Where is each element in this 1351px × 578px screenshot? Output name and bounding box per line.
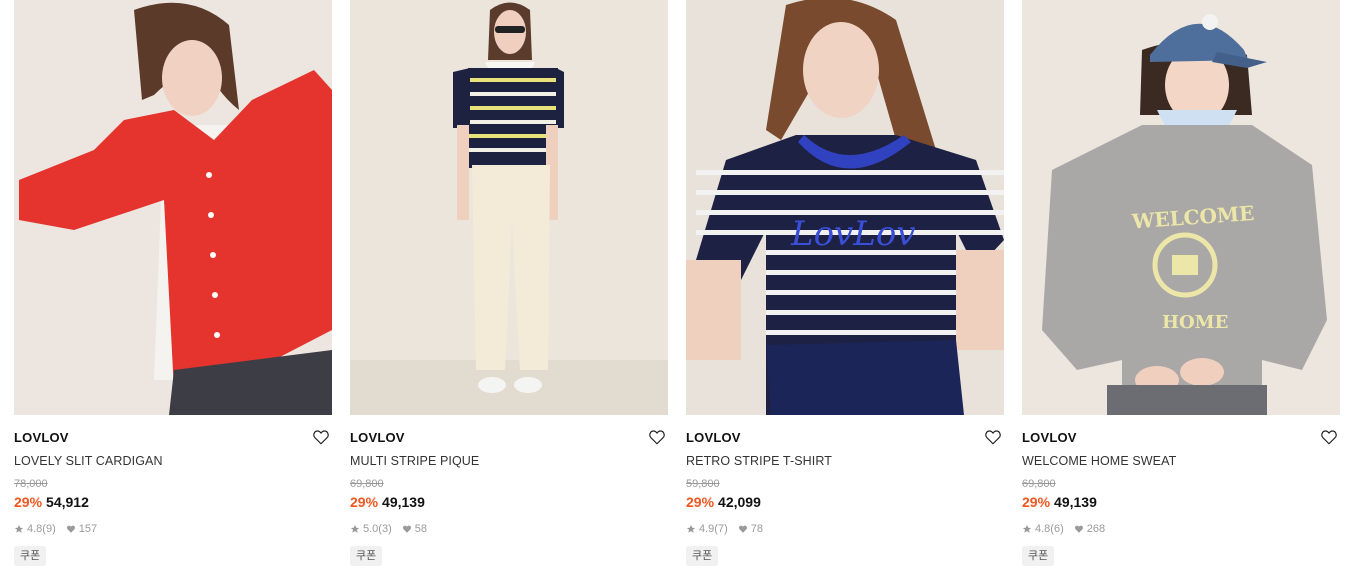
- discount-rate: 29%: [14, 494, 43, 510]
- brand-name[interactable]: LOVLOV: [1022, 430, 1077, 445]
- star-icon: [350, 524, 360, 534]
- review-count: (7): [714, 523, 728, 535]
- like-count: 78: [750, 523, 763, 535]
- coupon-badge: 쿠폰: [350, 546, 383, 566]
- product-card[interactable]: LOVLOV MULTI STRIPE PIQUE 69,800 29% 49,1…: [350, 0, 668, 578]
- rating: 4.8: [1035, 523, 1051, 535]
- discount-rate: 29%: [350, 494, 379, 510]
- sale-price: 49,139: [382, 494, 425, 510]
- product-card[interactable]: LovLov LOVLOV RETRO STRIPE T-SHIRT 59,80…: [686, 0, 1004, 578]
- brand-name[interactable]: LOVLOV: [686, 430, 741, 445]
- product-card[interactable]: LOVLOV LOVELY SLIT CARDIGAN 78,000 29% 54…: [14, 0, 332, 578]
- heart-icon[interactable]: [984, 428, 1002, 446]
- product-name[interactable]: LOVELY SLIT CARDIGAN: [14, 454, 163, 468]
- svg-text:HOME: HOME: [1162, 312, 1228, 333]
- product-image[interactable]: [14, 0, 332, 415]
- coupon-badge: 쿠폰: [14, 546, 47, 566]
- product-name[interactable]: RETRO STRIPE T-SHIRT: [686, 454, 832, 468]
- original-price: 59,800: [686, 478, 720, 490]
- like-count: 268: [1086, 523, 1106, 535]
- brand-row: LOVLOV: [350, 428, 668, 448]
- rating: 4.9: [699, 523, 715, 535]
- discount-rate: 29%: [1022, 494, 1051, 510]
- heart-icon[interactable]: [648, 428, 666, 446]
- heart-icon: [66, 524, 76, 534]
- review-count: (6): [1050, 523, 1064, 535]
- original-price: 69,800: [350, 478, 384, 490]
- like-count: 58: [414, 523, 427, 535]
- rating: 5.0: [363, 523, 379, 535]
- heart-icon[interactable]: [312, 428, 330, 446]
- original-price: 69,800: [1022, 478, 1056, 490]
- brand-row: LOVLOV: [686, 428, 1004, 448]
- price-row: 29% 49,139: [1022, 494, 1097, 510]
- original-price: 78,000: [14, 478, 48, 490]
- product-grid: LOVLOV LOVELY SLIT CARDIGAN 78,000 29% 54…: [0, 0, 1351, 578]
- price-row: 29% 49,139: [350, 494, 425, 510]
- brand-name[interactable]: LOVLOV: [350, 430, 405, 445]
- discount-rate: 29%: [686, 494, 715, 510]
- heart-icon: [402, 524, 412, 534]
- star-icon: [1022, 524, 1032, 534]
- product-meta: 5.0 (3) 58: [350, 522, 427, 536]
- heart-icon: [738, 524, 748, 534]
- brand-name[interactable]: LOVLOV: [14, 430, 69, 445]
- brand-row: LOVLOV: [1022, 428, 1340, 448]
- heart-icon: [1074, 524, 1084, 534]
- product-meta: 4.8 (6) 268: [1022, 522, 1105, 536]
- product-image[interactable]: WELCOME HOME: [1022, 0, 1340, 415]
- star-icon: [686, 524, 696, 534]
- sale-price: 42,099: [718, 494, 761, 510]
- product-name[interactable]: MULTI STRIPE PIQUE: [350, 454, 479, 468]
- product-meta: 4.9 (7) 78: [686, 522, 763, 536]
- coupon-badge: 쿠폰: [1022, 546, 1055, 566]
- review-count: (3): [378, 523, 392, 535]
- rating: 4.8: [27, 523, 43, 535]
- star-icon: [14, 524, 24, 534]
- review-count: (9): [42, 523, 56, 535]
- product-name[interactable]: WELCOME HOME SWEAT: [1022, 454, 1176, 468]
- price-row: 29% 42,099: [686, 494, 761, 510]
- price-row: 29% 54,912: [14, 494, 89, 510]
- sale-price: 54,912: [46, 494, 89, 510]
- brand-row: LOVLOV: [14, 428, 332, 448]
- svg-text:LovLov: LovLov: [790, 214, 916, 254]
- coupon-badge: 쿠폰: [686, 546, 719, 566]
- product-meta: 4.8 (9) 157: [14, 522, 97, 536]
- like-count: 157: [78, 523, 98, 535]
- product-image[interactable]: LovLov: [686, 0, 1004, 415]
- product-image[interactable]: [350, 0, 668, 415]
- product-card[interactable]: WELCOME HOME LOVLOV WELCOME HOME SWEAT 6…: [1022, 0, 1340, 578]
- heart-icon[interactable]: [1320, 428, 1338, 446]
- sale-price: 49,139: [1054, 494, 1097, 510]
